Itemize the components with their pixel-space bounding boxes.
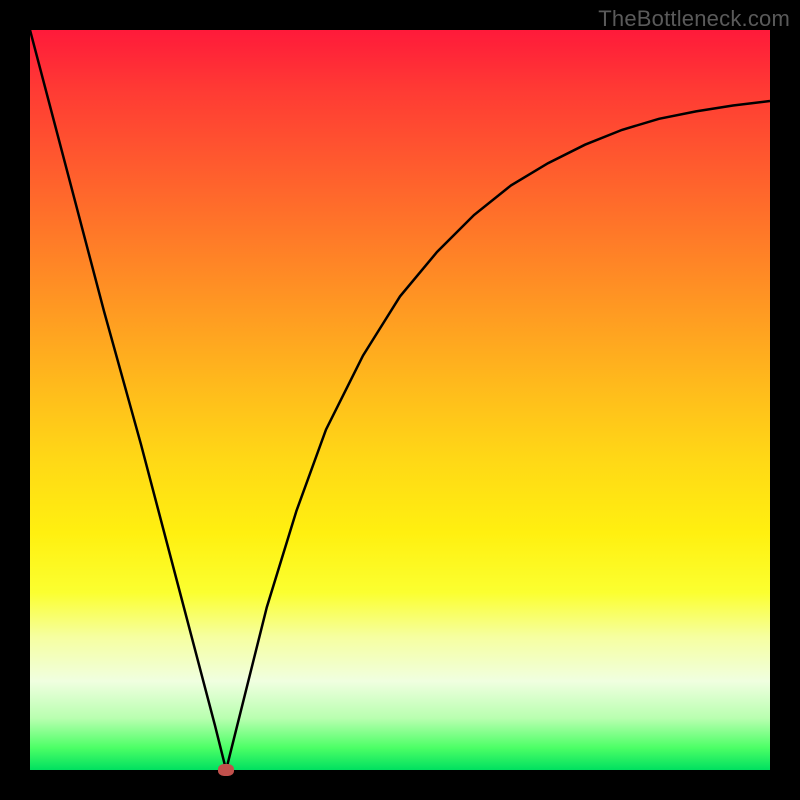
plot-area (30, 30, 770, 770)
curve-svg (30, 30, 770, 770)
chart-frame (30, 30, 770, 770)
optimal-marker (218, 764, 234, 776)
watermark-text: TheBottleneck.com (598, 6, 790, 32)
bottleneck-curve-path (30, 30, 770, 770)
